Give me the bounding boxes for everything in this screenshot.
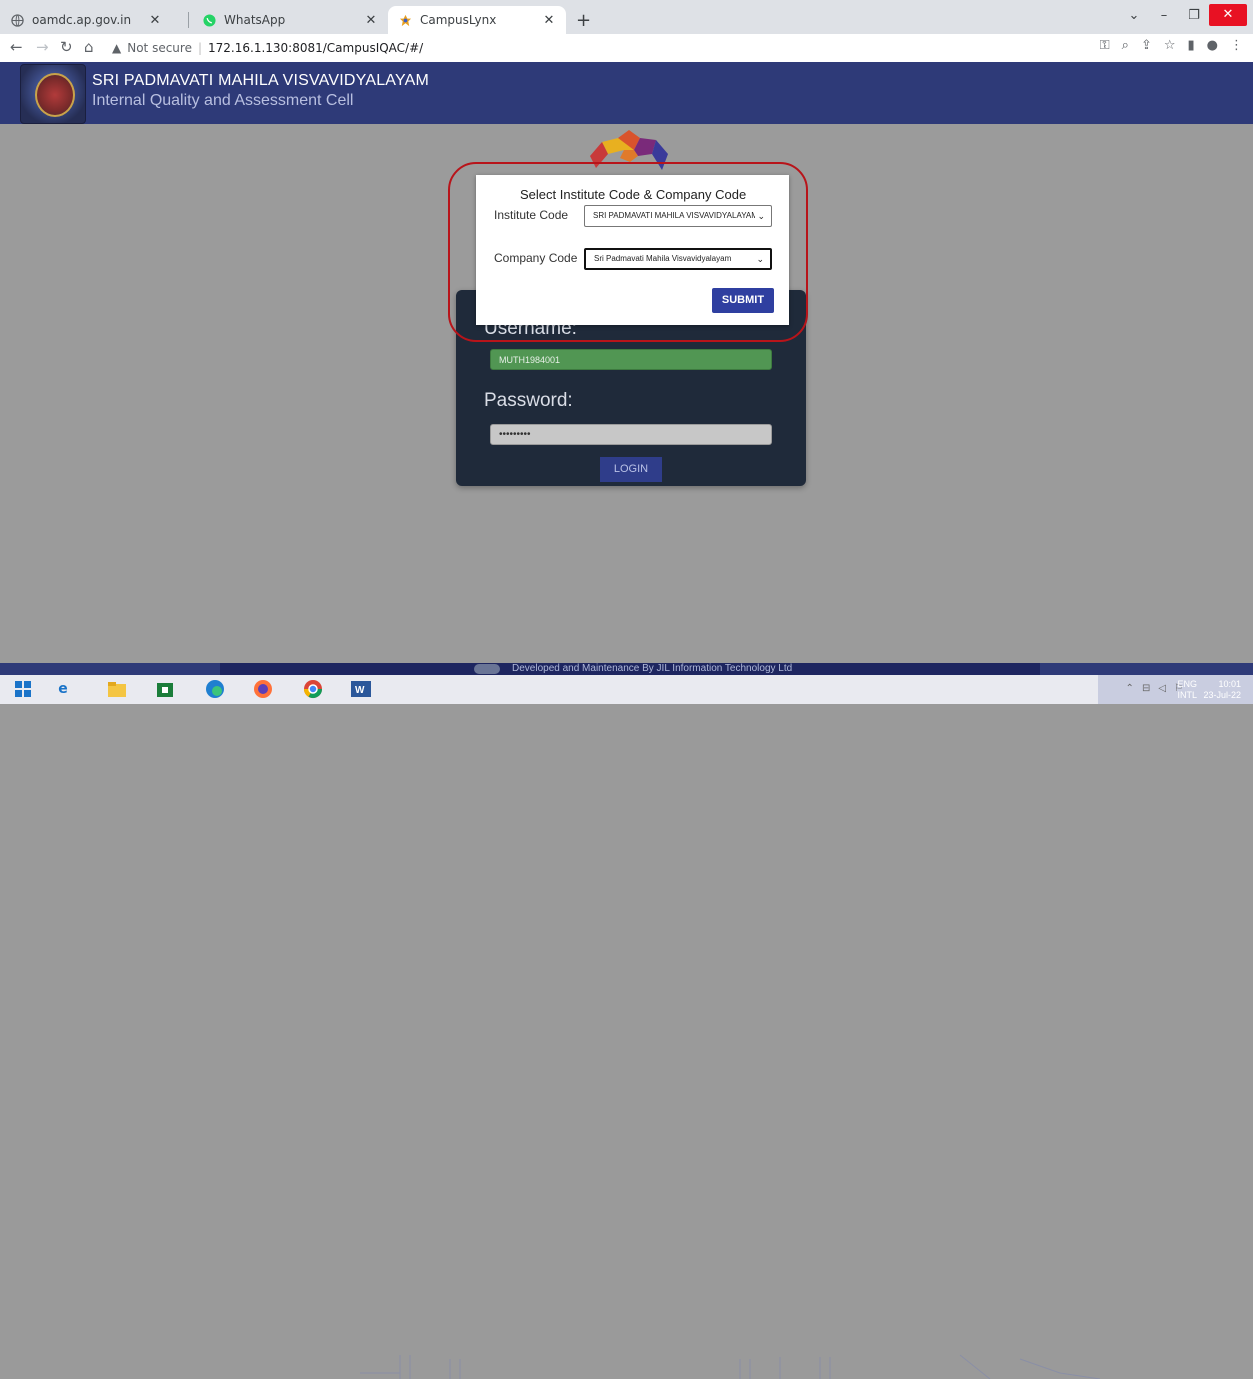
footer-credit: Developed and Maintenance By JIL Informa… bbox=[512, 663, 793, 674]
share-icon[interactable]: ⇪ bbox=[1141, 38, 1152, 53]
file-explorer-icon[interactable] bbox=[104, 677, 130, 701]
language-indicator[interactable]: ENG INTL bbox=[1177, 679, 1197, 701]
edge-icon[interactable] bbox=[202, 677, 228, 701]
university-logo bbox=[20, 64, 86, 124]
restore-icon[interactable]: ❐ bbox=[1179, 8, 1209, 23]
campuslynx-icon bbox=[398, 13, 412, 27]
language-code: ENG bbox=[1177, 679, 1197, 689]
close-tab-icon[interactable]: ✕ bbox=[146, 13, 164, 28]
highlight-outline bbox=[448, 162, 808, 342]
security-label: Not secure bbox=[127, 41, 192, 55]
tab-search-icon[interactable]: ⌄ bbox=[1119, 8, 1149, 23]
keyboard-layout: INTL bbox=[1177, 690, 1197, 700]
home-icon[interactable]: ⌂ bbox=[84, 38, 94, 56]
chrome-icon[interactable] bbox=[300, 677, 326, 701]
zoom-icon[interactable]: ⌕ bbox=[1122, 38, 1129, 53]
internet-explorer-icon[interactable]: e bbox=[50, 677, 76, 701]
whatsapp-icon bbox=[202, 13, 216, 27]
close-tab-icon[interactable]: ✕ bbox=[540, 13, 558, 28]
university-name: SRI PADMAVATI MAHILA VISVAVIDYALAYAM bbox=[92, 72, 430, 89]
menu-kebab-icon[interactable]: ⋮ bbox=[1230, 38, 1243, 53]
reload-icon[interactable]: ↻ bbox=[60, 38, 73, 56]
minimize-icon[interactable]: – bbox=[1149, 8, 1179, 23]
bookmark-star-icon[interactable]: ☆ bbox=[1164, 38, 1176, 53]
clock-date: 23-Jul-22 bbox=[1203, 690, 1241, 700]
app-header: SRI PADMAVATI MAHILA VISVAVIDYALAYAM Int… bbox=[0, 62, 1253, 124]
side-panel-icon[interactable]: ▮ bbox=[1188, 38, 1195, 53]
emblem-icon bbox=[35, 73, 75, 117]
browser-tab-strip: oamdc.ap.gov.in ✕ WhatsApp ✕ CampusLynx … bbox=[0, 0, 1253, 34]
username-input[interactable]: MUTH1984001 bbox=[490, 349, 772, 370]
profile-avatar-icon[interactable]: ● bbox=[1207, 38, 1218, 53]
volume-icon[interactable]: ◁ bbox=[1158, 683, 1166, 694]
store-icon[interactable] bbox=[152, 677, 178, 701]
chevron-up-icon[interactable]: ⌃ bbox=[1126, 683, 1134, 694]
word-icon[interactable]: W bbox=[348, 677, 374, 701]
forward-icon[interactable]: → bbox=[36, 38, 49, 56]
close-tab-icon[interactable]: ✕ bbox=[362, 13, 380, 28]
warning-icon[interactable]: ▲ bbox=[112, 41, 121, 55]
globe-icon bbox=[10, 13, 24, 27]
tab-whatsapp[interactable]: WhatsApp ✕ bbox=[192, 6, 388, 34]
login-button[interactable]: LOGIN bbox=[600, 457, 662, 482]
window-controls: ⌄ – ❐ ✕ bbox=[1119, 0, 1253, 30]
clock[interactable]: 10:01 23-Jul-22 bbox=[1203, 679, 1241, 701]
cell-name: Internal Quality and Assessment Cell bbox=[92, 92, 354, 109]
tab-divider bbox=[188, 12, 189, 28]
jil-logo-icon bbox=[474, 664, 500, 674]
tab-title: WhatsApp bbox=[224, 13, 286, 27]
key-icon[interactable]: ⚿ bbox=[1100, 38, 1110, 53]
system-tray: ⌃ ⊟ ◁ ⚐ ENG INTL 10:01 23-Jul-22 bbox=[1098, 675, 1253, 704]
address-bar[interactable]: ▲ Not secure | 172.16.1.130:8081/CampusI… bbox=[112, 37, 423, 59]
address-divider: | bbox=[197, 41, 203, 55]
firefox-icon[interactable] bbox=[250, 677, 276, 701]
start-windows-icon[interactable] bbox=[10, 677, 36, 701]
browser-toolbar: ← → ↻ ⌂ ▲ Not secure | 172.16.1.130:8081… bbox=[0, 34, 1253, 63]
password-input[interactable]: ••••••••• bbox=[490, 424, 772, 445]
password-label: Password: bbox=[484, 390, 573, 411]
tab-campuslynx[interactable]: CampusLynx ✕ bbox=[388, 6, 566, 34]
url-text: 172.16.1.130:8081/CampusIQAC/#/ bbox=[208, 41, 424, 55]
taskbar-background-sketch bbox=[360, 1354, 1100, 1379]
clock-time: 10:01 bbox=[1218, 679, 1241, 689]
tab-title: CampusLynx bbox=[420, 13, 497, 27]
tray-icons: ⌃ ⊟ ◁ ⚐ bbox=[1126, 683, 1183, 694]
svg-text:W: W bbox=[355, 685, 365, 696]
tab-title: oamdc.ap.gov.in bbox=[32, 13, 132, 27]
windows-taskbar: e W bbox=[0, 675, 1253, 1379]
toolbar-icons: ⚿ ⌕ ⇪ ☆ ▮ ● ⋮ bbox=[1100, 38, 1243, 53]
new-tab-button[interactable]: + bbox=[576, 10, 591, 31]
tab-oamdc[interactable]: oamdc.ap.gov.in ✕ bbox=[0, 6, 172, 34]
back-icon[interactable]: ← bbox=[10, 38, 23, 56]
network-icon[interactable]: ⊟ bbox=[1142, 683, 1150, 694]
window-close-icon[interactable]: ✕ bbox=[1209, 4, 1247, 26]
